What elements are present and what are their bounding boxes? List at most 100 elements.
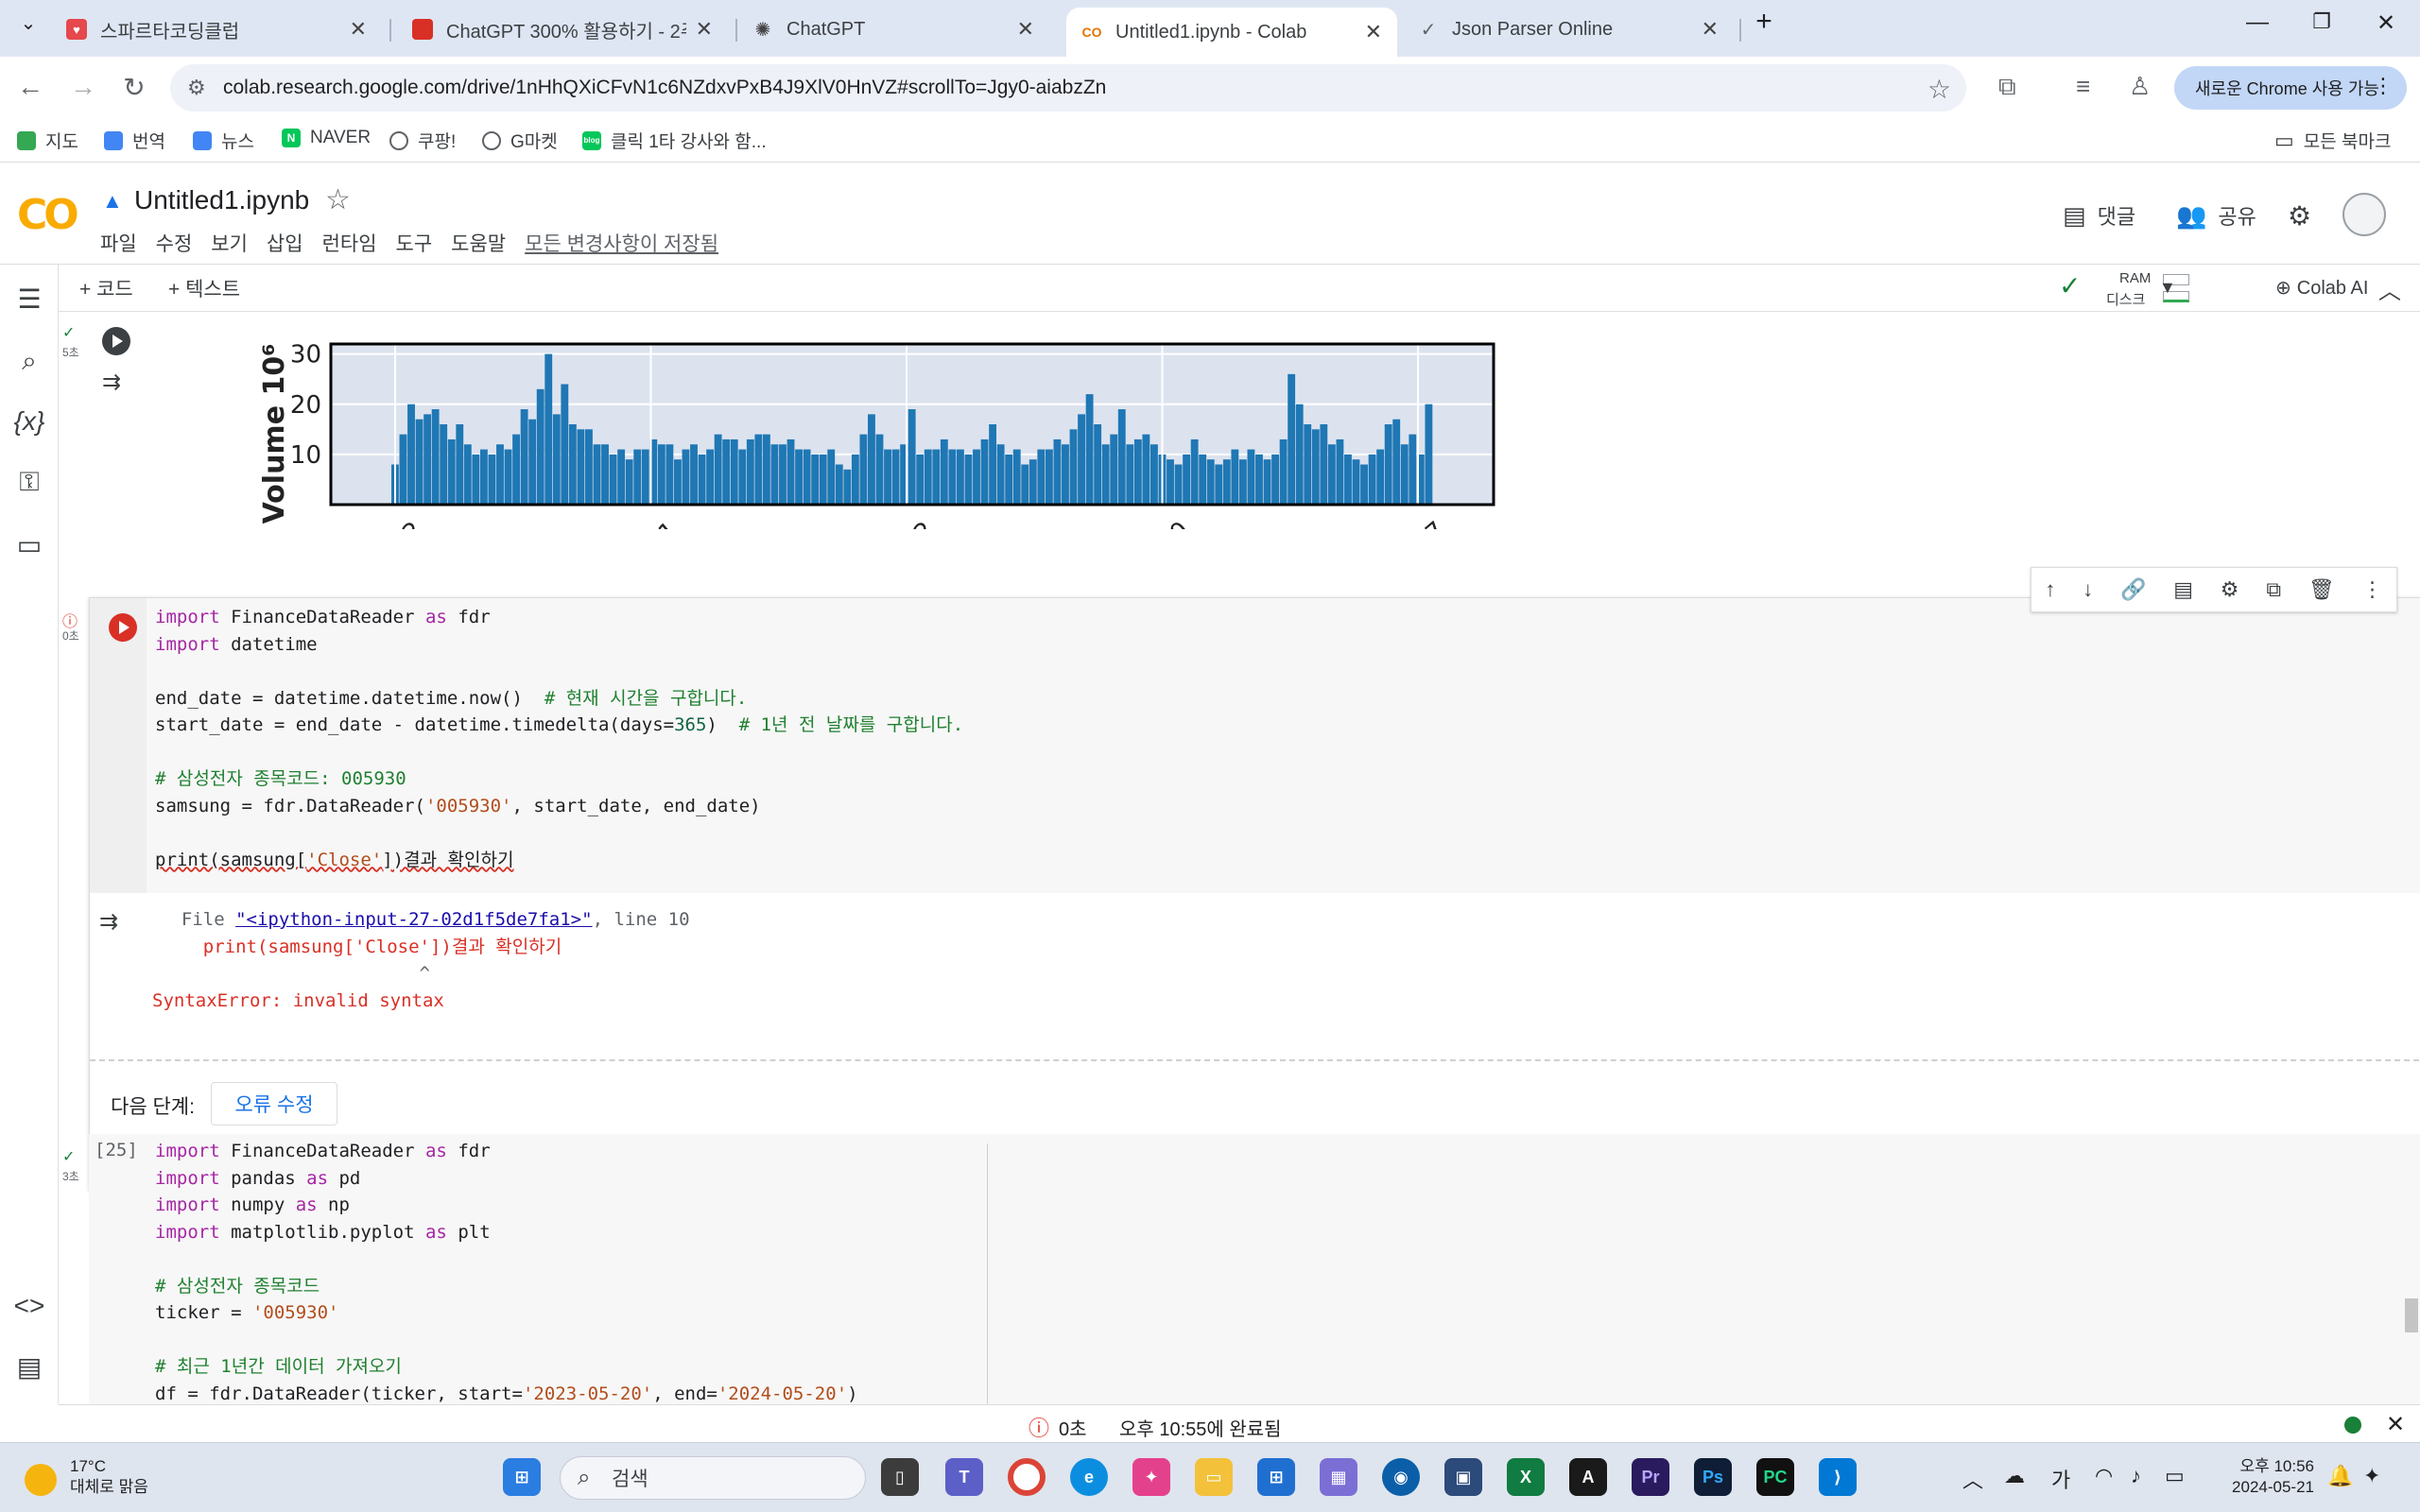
completed-time[interactable]: 오후 10:55에 완료됨 — [1119, 1414, 1282, 1441]
menu-runtime[interactable]: 런타임 — [322, 229, 377, 257]
files-folder-icon[interactable]: ▭ — [13, 529, 45, 560]
bookmark-translate[interactable]: 번역 — [104, 128, 165, 153]
app-icon[interactable]: ▦ — [1320, 1458, 1357, 1496]
notification-bell-icon[interactable]: 🔔 — [2327, 1464, 2353, 1488]
output-menu-icon[interactable]: ⇉ — [99, 908, 118, 936]
run-cell-button[interactable] — [109, 613, 137, 642]
code-editor-text[interactable]: import FinanceDataReader as fdr import d… — [155, 604, 963, 873]
reload-icon[interactable]: ↻ — [117, 72, 151, 103]
secrets-key-icon[interactable]: ⚿ — [13, 467, 45, 498]
variables-icon[interactable]: {x} — [13, 406, 45, 437]
tab-close-icon[interactable]: ✕ — [1365, 20, 1382, 44]
output-menu-icon[interactable]: ⇉ — [102, 369, 121, 396]
bookmark-gmarket[interactable]: G마켓 — [482, 128, 558, 153]
back-arrow-icon[interactable]: ← — [13, 72, 47, 102]
bookmark-coupang[interactable]: 쿠팡! — [389, 128, 456, 153]
bookmark-star-icon[interactable]: ☆ — [1927, 74, 1951, 105]
profile-icon[interactable]: ♙ — [2129, 72, 2151, 101]
all-bookmarks[interactable]: ▭ 모든 북마크 — [2274, 128, 2391, 153]
taskbar-search[interactable]: ⌕ 검색 — [560, 1456, 866, 1500]
close-window-icon[interactable]: ✕ — [2367, 9, 2405, 37]
vscode-icon[interactable]: ⟩ — [1819, 1458, 1857, 1496]
star-icon[interactable]: ☆ — [325, 183, 351, 216]
tab-chatgpt[interactable]: ✺ ChatGPT ✕ — [737, 8, 1049, 51]
weather-widget[interactable]: 17°C 대체로 맑음 — [70, 1456, 148, 1498]
photoshop-icon[interactable]: Ps — [1694, 1458, 1732, 1496]
tab-close-icon[interactable]: ✕ — [1702, 17, 1719, 42]
tab-colab[interactable]: CO Untitled1.ipynb - Colab ✕ — [1066, 8, 1397, 57]
move-down-icon[interactable]: ↓ — [2083, 577, 2093, 602]
scrollbar-thumb[interactable] — [2405, 1298, 2418, 1332]
minimize-icon[interactable]: — — [2238, 9, 2276, 36]
colab-ai-button[interactable]: ⊕ Colab AI — [2275, 276, 2368, 300]
tab-search-chevron-icon[interactable]: ⌄ — [9, 11, 47, 35]
comment-button[interactable]: ▤ 댓글 — [2063, 200, 2135, 231]
forward-arrow-icon[interactable]: → — [66, 72, 100, 102]
ime-indicator[interactable]: 가 — [2051, 1464, 2070, 1494]
comment-icon[interactable]: ▤ — [2173, 577, 2193, 602]
address-bar[interactable]: ⚙ colab.research.google.com/drive/1nHhQX… — [170, 64, 1966, 112]
acrobat-icon[interactable]: A — [1569, 1458, 1607, 1496]
file-explorer-icon[interactable]: ▭ — [1195, 1458, 1233, 1496]
code-editor-text[interactable]: import FinanceDataReader as fdr import p… — [155, 1138, 858, 1404]
site-info-icon[interactable]: ⚙ — [187, 76, 206, 100]
menu-insert[interactable]: 삽입 — [267, 229, 303, 257]
media-control-icon[interactable]: ≡ — [2076, 72, 2090, 101]
menu-tools[interactable]: 도구 — [396, 229, 433, 257]
code-cell-error[interactable]: import FinanceDataReader as fdr import d… — [89, 597, 2420, 1191]
notebook-title[interactable]: Untitled1.ipynb — [134, 185, 309, 215]
drive-icon[interactable]: ▲ — [102, 189, 123, 214]
tab-close-icon[interactable]: ✕ — [350, 17, 367, 42]
tab-close-icon[interactable]: ✕ — [1017, 17, 1034, 42]
app-window-icon[interactable]: ▣ — [1444, 1458, 1482, 1496]
colab-logo[interactable]: CO — [17, 191, 79, 239]
volume-icon[interactable]: ♪ — [2131, 1464, 2141, 1488]
menu-help[interactable]: 도움말 — [451, 229, 506, 257]
battery-icon[interactable]: ▭ — [2165, 1464, 2185, 1488]
tab-json-parser[interactable]: ✓ Json Parser Online ✕ — [1403, 8, 1734, 51]
search-icon[interactable]: ⌕ — [13, 346, 45, 377]
menu-edit[interactable]: 수정 — [156, 229, 193, 257]
app-circle-icon[interactable]: ◉ — [1382, 1458, 1420, 1496]
add-code-button[interactable]: + 코드 — [79, 274, 133, 302]
settings-gear-icon[interactable]: ⚙ — [2288, 200, 2311, 232]
link-icon[interactable]: 🔗 — [2120, 577, 2146, 602]
wifi-icon[interactable]: ◠ — [2095, 1464, 2113, 1488]
menu-file[interactable]: 파일 — [100, 229, 137, 257]
gear-icon[interactable]: ⚙ — [2221, 577, 2239, 602]
tab-sparta[interactable]: ♥ 스파르타코딩클럽 ✕ — [51, 8, 382, 51]
restore-icon[interactable]: ❐ — [2303, 9, 2341, 34]
bookmark-news[interactable]: 뉴스 — [193, 128, 254, 153]
collapse-header-chevron-icon[interactable]: ︿ — [2378, 272, 2401, 305]
onedrive-icon[interactable]: ☁ — [2004, 1464, 2025, 1488]
add-text-button[interactable]: + 텍스트 — [168, 274, 240, 302]
chrome-icon[interactable] — [1008, 1458, 1046, 1496]
table-of-contents-icon[interactable]: ☰ — [13, 284, 45, 315]
new-tab-plus-icon[interactable]: + — [1745, 6, 1783, 38]
mirror-cell-icon[interactable]: ⧉ — [2266, 577, 2281, 602]
more-vert-icon[interactable]: ⋮ — [2362, 577, 2383, 602]
close-status-icon[interactable]: ✕ — [2386, 1411, 2405, 1438]
task-view-icon[interactable]: ▯ — [881, 1458, 919, 1496]
windows-start-icon[interactable]: ⊞ — [503, 1458, 541, 1496]
teams-icon[interactable]: T — [945, 1458, 983, 1496]
copilot-tray-icon[interactable]: ✦ — [2363, 1464, 2380, 1488]
premiere-icon[interactable]: Pr — [1632, 1458, 1669, 1496]
command-palette-icon[interactable]: ▤ — [13, 1351, 45, 1383]
excel-icon[interactable]: X — [1507, 1458, 1545, 1496]
copilot-icon[interactable]: ✦ — [1132, 1458, 1170, 1496]
tray-chevron-icon[interactable]: ︿ — [1962, 1464, 1983, 1494]
run-cell-button[interactable] — [102, 327, 130, 355]
trash-icon[interactable]: 🗑 — [2308, 577, 2335, 602]
store-icon[interactable]: ⊞ — [1257, 1458, 1295, 1496]
code-snippets-icon[interactable]: <> — [13, 1291, 45, 1321]
chrome-update-button[interactable]: 새로운 Chrome 사용 가능 ⋮ — [2174, 66, 2407, 110]
share-button[interactable]: 👥 공유 — [2176, 200, 2256, 231]
bookmark-maps[interactable]: 지도 — [17, 128, 78, 153]
bookmark-blog[interactable]: blog 클릭 1타 강사와 함... — [582, 128, 767, 153]
edge-icon[interactable]: e — [1070, 1458, 1108, 1496]
saved-status[interactable]: 모든 변경사항이 저장됨 — [525, 229, 718, 257]
traceback-link[interactable]: "<ipython-input-27-02d1f5de7fa1>" — [235, 909, 593, 930]
pycharm-icon[interactable]: PC — [1756, 1458, 1794, 1496]
runtime-dropdown-icon[interactable]: ▼ — [2159, 278, 2176, 298]
